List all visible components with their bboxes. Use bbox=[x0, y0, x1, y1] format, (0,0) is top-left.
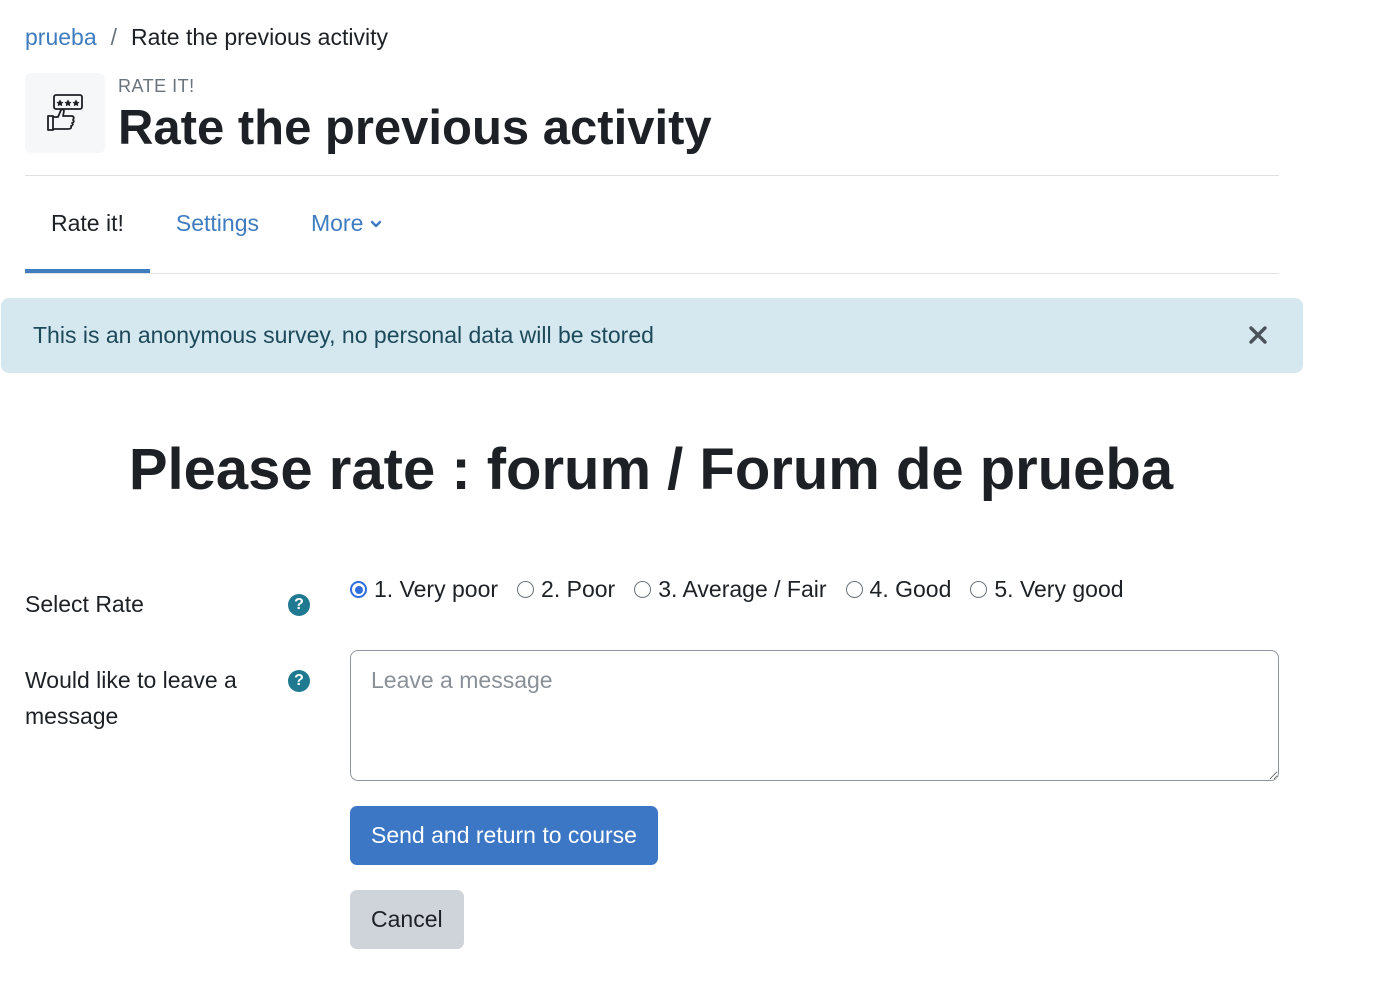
rate-option-2-label: 2. Poor bbox=[541, 576, 616, 602]
question-circle-icon[interactable]: ? bbox=[288, 670, 310, 692]
tab-rate-it[interactable]: Rate it! bbox=[25, 176, 150, 273]
tab-settings-label: Settings bbox=[175, 210, 259, 236]
page: prueba / Rate the previous activity RATE… bbox=[0, 0, 1376, 1004]
rate-heading: Please rate : forum / Forum de prueba bbox=[128, 437, 1174, 502]
breadcrumb-course-link[interactable]: prueba bbox=[25, 22, 97, 52]
radio-button-5[interactable] bbox=[970, 581, 988, 598]
tab-rate-it-label: Rate it! bbox=[51, 210, 124, 236]
message-label: Would like to leave a message bbox=[25, 667, 237, 729]
rate-option-5-label: 5. Very good bbox=[994, 576, 1124, 602]
thumbs-up-stars-icon bbox=[47, 94, 83, 131]
activity-type-label: RATE IT! bbox=[118, 76, 195, 96]
rate-option-4-label: 4. Good bbox=[869, 576, 952, 602]
alert-message: This is an anonymous survey, no personal… bbox=[33, 322, 654, 348]
tab-more-label: More bbox=[310, 210, 364, 236]
breadcrumb-current: Rate the previous activity bbox=[131, 24, 388, 50]
tab-more[interactable]: More bbox=[285, 176, 409, 271]
radio-button-3[interactable] bbox=[634, 581, 652, 598]
chevron-down-icon bbox=[369, 217, 383, 231]
rate-option-5[interactable]: 5. Very good bbox=[970, 576, 1124, 603]
select-rate-label: Select Rate bbox=[25, 591, 144, 617]
rate-option-3[interactable]: 3. Average / Fair bbox=[634, 576, 827, 603]
rate-option-4[interactable]: 4. Good bbox=[845, 576, 952, 603]
send-and-return-button[interactable]: Send and return to course bbox=[350, 806, 658, 865]
breadcrumb-separator: / bbox=[110, 24, 118, 50]
rate-option-1-label: 1. Very poor bbox=[374, 576, 499, 602]
rate-option-1[interactable]: 1. Very poor bbox=[350, 576, 498, 603]
breadcrumb: prueba / Rate the previous activity bbox=[25, 22, 388, 52]
tab-settings[interactable]: Settings bbox=[150, 176, 285, 271]
rate-option-3-label: 3. Average / Fair bbox=[658, 576, 827, 602]
rate-option-2[interactable]: 2. Poor bbox=[517, 576, 615, 603]
activity-icon-box bbox=[25, 73, 105, 153]
secondary-navigation: Rate it! Settings More bbox=[25, 176, 1279, 274]
page-title: Rate the previous activity bbox=[118, 101, 712, 155]
info-alert: This is an anonymous survey, no personal… bbox=[1, 298, 1303, 373]
message-textarea[interactable] bbox=[350, 650, 1279, 781]
cancel-button[interactable]: Cancel bbox=[350, 890, 464, 949]
radio-button-1[interactable] bbox=[350, 581, 367, 598]
radio-button-2[interactable] bbox=[517, 581, 535, 598]
close-icon[interactable] bbox=[1247, 324, 1269, 346]
question-circle-icon[interactable]: ? bbox=[288, 594, 310, 616]
radio-button-4[interactable] bbox=[845, 581, 863, 598]
rate-radio-group: 1. Very poor 2. Poor 3. Average / Fair 4… bbox=[350, 576, 1143, 603]
